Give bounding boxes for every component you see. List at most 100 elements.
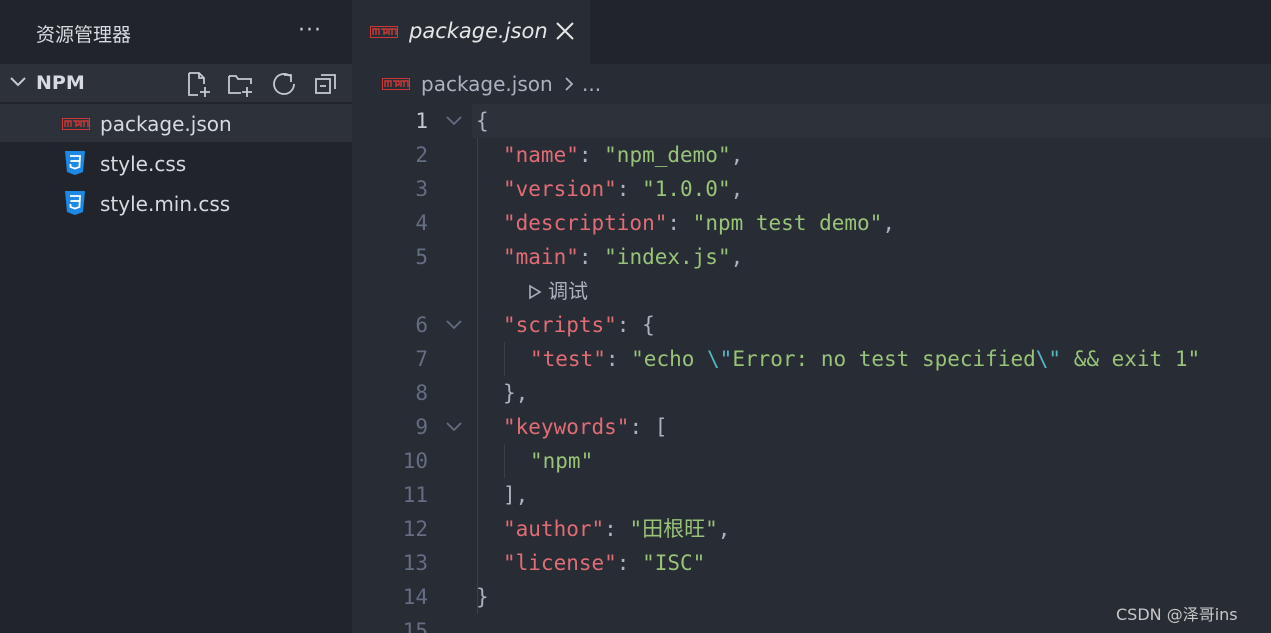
- code-text: ],: [503, 478, 528, 512]
- css3-icon: [65, 151, 85, 175]
- code-line[interactable]: 9 "keywords": [: [352, 410, 1271, 444]
- code-text: "author": "田根旺",: [503, 512, 730, 546]
- file-item-package-json[interactable]: package.json: [0, 104, 352, 142]
- json-key: "name": [503, 143, 579, 167]
- code-line[interactable]: 2 "name": "npm_demo",: [352, 138, 1271, 172]
- npm-icon: [382, 78, 410, 90]
- punctuation: :: [578, 245, 605, 269]
- fold-chevron-icon[interactable]: [444, 419, 464, 435]
- line-number: 13: [402, 551, 428, 575]
- file-label: package.json: [100, 112, 232, 136]
- code-line[interactable]: 4 "description": "npm test demo",: [352, 206, 1271, 240]
- code-text: "keywords": [: [503, 410, 667, 444]
- code-line[interactable]: 11],: [352, 478, 1271, 512]
- code-text: "description": "npm test demo",: [503, 206, 895, 240]
- code-line[interactable]: 8},: [352, 376, 1271, 410]
- new-file-icon[interactable]: [184, 70, 212, 98]
- css3-icon: [65, 191, 85, 215]
- breadcrumb-symbol[interactable]: ...: [582, 72, 601, 96]
- more-actions-icon[interactable]: ···: [298, 18, 322, 43]
- punctuation: :: [667, 211, 693, 235]
- code-line[interactable]: 6 "scripts": {: [352, 308, 1271, 342]
- code-line[interactable]: 12 "author": "田根旺",: [352, 512, 1271, 546]
- json-key: "author": [503, 517, 605, 541]
- debug-codelens[interactable]: 调试: [528, 274, 588, 308]
- refresh-icon[interactable]: [270, 70, 298, 98]
- punctuation: ,: [717, 517, 731, 541]
- play-icon: [529, 284, 542, 300]
- line-number: 1: [415, 109, 428, 133]
- close-icon[interactable]: [554, 18, 576, 42]
- new-folder-icon[interactable]: [226, 70, 254, 98]
- tab-package-json[interactable]: package.json: [352, 0, 590, 64]
- json-key: "scripts": [503, 313, 617, 337]
- file-item-style-min-css[interactable]: style.min.css: [0, 184, 352, 222]
- punctuation: ,: [730, 245, 744, 269]
- code-text: "main": "index.js",: [503, 240, 743, 274]
- json-key: "test": [530, 347, 606, 371]
- line-number: 12: [402, 517, 428, 541]
- punctuation: :: [578, 143, 605, 167]
- json-string: "1.0.0": [642, 177, 731, 201]
- line-number: 7: [415, 347, 428, 371]
- punctuation: ,: [730, 177, 744, 201]
- json-string: "ISC": [642, 551, 706, 575]
- code-text: "test": "echo \"Error: no test specified…: [530, 342, 1200, 376]
- file-item-style-css[interactable]: style.css: [0, 144, 352, 182]
- code-text: "npm": [530, 444, 593, 478]
- punctuation: ],: [503, 483, 529, 507]
- code-text: "name": "npm_demo",: [503, 138, 743, 172]
- line-number: 4: [415, 211, 428, 235]
- watermark: CSDN @泽哥ins: [1116, 605, 1238, 624]
- punctuation: ,: [882, 211, 895, 235]
- line-number: 8: [415, 381, 428, 405]
- line-number: 9: [415, 415, 428, 439]
- collapse-all-icon[interactable]: [312, 70, 340, 98]
- npm-icon: [62, 118, 90, 130]
- code-line[interactable]: 7 "test": "echo \"Error: no test specifie…: [352, 342, 1271, 376]
- punctuation: {: [476, 109, 489, 133]
- file-label: style.css: [100, 152, 187, 176]
- line-number: 11: [402, 483, 428, 507]
- punctuation: : {: [616, 313, 655, 337]
- json-string: "npm_demo": [604, 143, 731, 167]
- json-key: "keywords": [503, 415, 630, 439]
- tab-label: package.json: [409, 19, 548, 43]
- code-text: },: [503, 376, 528, 410]
- breadcrumb: package.json ...: [352, 64, 1271, 104]
- chevron-right-icon: [565, 77, 574, 91]
- json-key: "main": [503, 245, 579, 269]
- json-key: "description": [503, 211, 668, 235]
- folder-name: NPM: [36, 72, 85, 94]
- line-number: 14: [402, 585, 428, 609]
- line-number: 15: [402, 619, 428, 633]
- json-string: && exit 1": [1061, 347, 1201, 371]
- json-string: \": [1035, 347, 1062, 371]
- json-string: \": [707, 347, 733, 371]
- punctuation: },: [503, 381, 529, 405]
- punctuation: :: [616, 551, 643, 575]
- punctuation: : [: [629, 415, 668, 439]
- explorer-sidebar: 资源管理器 ··· NPM package.json style.css sty…: [0, 0, 352, 633]
- code-line[interactable]: 10 "npm": [352, 444, 1271, 478]
- folder-row-npm[interactable]: NPM: [0, 64, 352, 102]
- fold-chevron-icon[interactable]: [444, 113, 464, 129]
- fold-chevron-icon[interactable]: [444, 317, 464, 333]
- code-line[interactable]: 13 "license": "ISC": [352, 546, 1271, 580]
- punctuation: :: [604, 517, 630, 541]
- code-line[interactable]: 3 "version": "1.0.0",: [352, 172, 1271, 206]
- line-number: 10: [402, 449, 428, 473]
- chevron-down-icon: [10, 77, 26, 87]
- explorer-title: 资源管理器: [36, 24, 132, 46]
- line-number: 6: [415, 313, 428, 337]
- punctuation: :: [605, 347, 632, 371]
- code-line[interactable]: 5 "main": "index.js",: [352, 240, 1271, 274]
- code-text: "scripts": {: [503, 308, 655, 342]
- breadcrumb-file[interactable]: package.json: [421, 72, 553, 96]
- code-editor[interactable]: 1{2 "name": "npm_demo", 3 "version": "1.0.0…: [352, 104, 1271, 633]
- json-string: Error: no test specified: [732, 347, 1036, 371]
- code-line[interactable]: 1{: [352, 104, 1271, 138]
- punctuation: :: [616, 177, 643, 201]
- file-label: style.min.css: [100, 192, 231, 216]
- code-text: {: [476, 104, 489, 138]
